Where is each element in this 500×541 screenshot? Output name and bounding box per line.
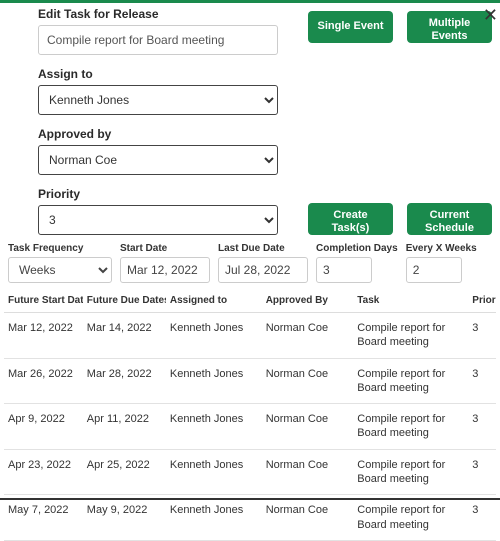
cell-approved: Norman Coe [262, 313, 354, 359]
assign-to-label: Assign to [38, 67, 492, 81]
cell-assigned: Kenneth Jones [166, 358, 262, 404]
start-date-input[interactable] [120, 257, 210, 283]
completion-days-input[interactable] [316, 257, 372, 283]
cell-due: Mar 14, 2022 [83, 313, 166, 359]
single-event-button[interactable]: Single Event [308, 11, 393, 43]
task-frequency-select[interactable]: Weeks [8, 257, 112, 283]
assign-to-select[interactable]: Kenneth Jones [38, 85, 278, 115]
edit-task-title: Edit Task for Release [38, 7, 278, 21]
cell-approved: Norman Coe [262, 449, 354, 495]
approved-by-select[interactable]: Norman Coe [38, 145, 278, 175]
cell-approved: Norman Coe [262, 404, 354, 450]
table-row: May 7, 2022May 9, 2022Kenneth JonesNorma… [4, 495, 496, 541]
table-row: Mar 26, 2022Mar 28, 2022Kenneth JonesNor… [4, 358, 496, 404]
cell-start: Apr 23, 2022 [4, 449, 83, 495]
cell-task: Compile report for Board meeting [353, 449, 468, 495]
priority-select[interactable]: 3 [38, 205, 278, 235]
cell-start: May 7, 2022 [4, 495, 83, 541]
task-frequency-label: Task Frequency [8, 243, 112, 254]
cell-due: Mar 28, 2022 [83, 358, 166, 404]
col-priority: Prior [468, 289, 496, 313]
col-future-start: Future Start Dates [4, 289, 83, 313]
cell-start: Mar 12, 2022 [4, 313, 83, 359]
schedule-table: Future Start Dates Future Due Dates Assi… [4, 289, 496, 541]
cell-start: Apr 9, 2022 [4, 404, 83, 450]
cell-task: Compile report for Board meeting [353, 495, 468, 541]
cell-priority: 3 [468, 404, 496, 450]
approved-by-label: Approved by [38, 127, 492, 141]
cell-task: Compile report for Board meeting [353, 404, 468, 450]
every-x-weeks-label: Every X Weeks [406, 243, 477, 254]
task-name-input[interactable] [38, 25, 278, 55]
cell-priority: 3 [468, 313, 496, 359]
cell-approved: Norman Coe [262, 495, 354, 541]
cell-due: Apr 25, 2022 [83, 449, 166, 495]
last-due-date-input[interactable] [218, 257, 308, 283]
col-task: Task [353, 289, 468, 313]
col-assigned: Assigned to [166, 289, 262, 313]
cell-assigned: Kenneth Jones [166, 449, 262, 495]
start-date-label: Start Date [120, 243, 210, 254]
current-schedule-button[interactable]: Current Schedule [407, 203, 492, 235]
last-due-date-label: Last Due Date [218, 243, 308, 254]
cell-approved: Norman Coe [262, 358, 354, 404]
close-icon[interactable]: ✕ [481, 3, 500, 28]
cell-priority: 3 [468, 495, 496, 541]
cell-start: Mar 26, 2022 [4, 358, 83, 404]
completion-days-label: Completion Days [316, 243, 398, 254]
cell-task: Compile report for Board meeting [353, 313, 468, 359]
cell-due: Apr 11, 2022 [83, 404, 166, 450]
priority-label: Priority [38, 187, 278, 201]
every-x-weeks-input[interactable] [406, 257, 462, 283]
table-row: Apr 23, 2022Apr 25, 2022Kenneth JonesNor… [4, 449, 496, 495]
cell-assigned: Kenneth Jones [166, 495, 262, 541]
cell-task: Compile report for Board meeting [353, 358, 468, 404]
col-approved: Approved By [262, 289, 354, 313]
col-future-due: Future Due Dates [83, 289, 166, 313]
cell-assigned: Kenneth Jones [166, 313, 262, 359]
table-row: Mar 12, 2022Mar 14, 2022Kenneth JonesNor… [4, 313, 496, 359]
table-row: Apr 9, 2022Apr 11, 2022Kenneth JonesNorm… [4, 404, 496, 450]
create-tasks-button[interactable]: Create Task(s) [308, 203, 393, 235]
multiple-events-button[interactable]: Multiple Events [407, 11, 492, 43]
cell-priority: 3 [468, 449, 496, 495]
cell-priority: 3 [468, 358, 496, 404]
cell-assigned: Kenneth Jones [166, 404, 262, 450]
cell-due: May 9, 2022 [83, 495, 166, 541]
